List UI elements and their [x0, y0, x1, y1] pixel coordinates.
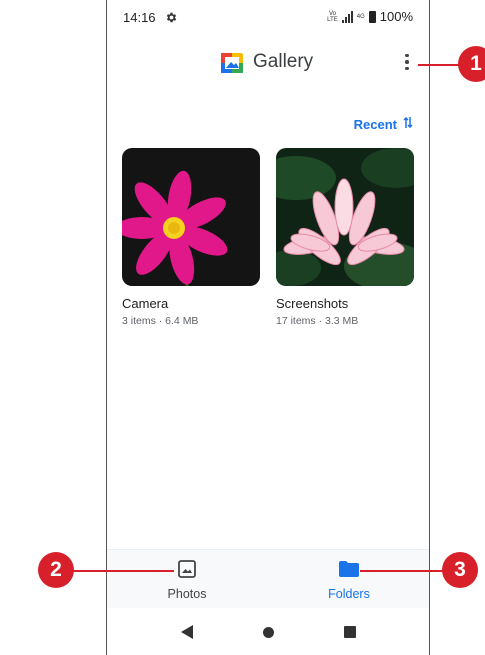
- callout-badge-2: 2: [38, 552, 74, 588]
- home-icon[interactable]: [263, 627, 274, 638]
- callout-line-2: [72, 570, 174, 572]
- nav-folders-label: Folders: [328, 587, 370, 601]
- callout-line-1: [418, 64, 462, 66]
- image-icon: [178, 560, 196, 582]
- battery-level: 100%: [379, 9, 413, 24]
- system-navigation: [107, 612, 429, 652]
- sort-label: Recent: [353, 116, 397, 132]
- folder-name: Camera: [122, 296, 169, 311]
- folder-thumbnail-camera: [122, 148, 260, 286]
- sort-button[interactable]: Recent: [354, 116, 413, 132]
- more-vert-icon: [405, 53, 409, 58]
- callout-badge-3: 3: [442, 552, 478, 588]
- folder-screenshots[interactable]: Screenshots 17 items · 3.3 MB: [276, 148, 414, 327]
- folder-icon: [338, 561, 360, 582]
- callout-line-3: [360, 570, 446, 572]
- network-type: 4G: [356, 13, 365, 20]
- callout-badge-1: 1: [458, 46, 485, 82]
- nav-folders[interactable]: Folders: [299, 560, 399, 601]
- settings-gear-icon: [165, 11, 178, 29]
- app-title: Gallery: [253, 51, 314, 72]
- nav-photos-label: Photos: [167, 587, 207, 601]
- folder-name: Screenshots: [276, 296, 349, 311]
- back-icon[interactable]: [180, 624, 194, 645]
- folder-meta: 3 items · 6.4 MB: [122, 315, 199, 327]
- recent-apps-icon[interactable]: [344, 626, 356, 638]
- page: 14:16 Vo LTE 4G 100% Gallery Recent Came…: [0, 0, 485, 655]
- volte-icon: Vo LTE: [327, 10, 338, 23]
- status-indicators: Vo LTE 4G 100%: [327, 9, 413, 24]
- folder-meta: 17 items · 3.3 MB: [276, 315, 359, 327]
- folder-thumbnail-screenshots: [276, 148, 414, 286]
- more-options-button[interactable]: [399, 50, 415, 74]
- status-bar: 14:16 Vo LTE 4G 100%: [107, 8, 429, 30]
- sort-arrows-icon: [403, 116, 413, 132]
- nav-photos[interactable]: Photos: [137, 560, 237, 601]
- gallery-logo-icon: [221, 53, 243, 78]
- bottom-navigation: Photos Folders: [107, 549, 429, 608]
- folder-camera[interactable]: Camera 3 items · 6.4 MB: [122, 148, 260, 327]
- battery-icon: [368, 10, 376, 23]
- status-time: 14:16: [123, 10, 156, 25]
- signal-icon: [341, 10, 353, 23]
- phone-screen: 14:16 Vo LTE 4G 100% Gallery Recent Came…: [106, 0, 430, 655]
- app-bar: Gallery: [107, 44, 429, 84]
